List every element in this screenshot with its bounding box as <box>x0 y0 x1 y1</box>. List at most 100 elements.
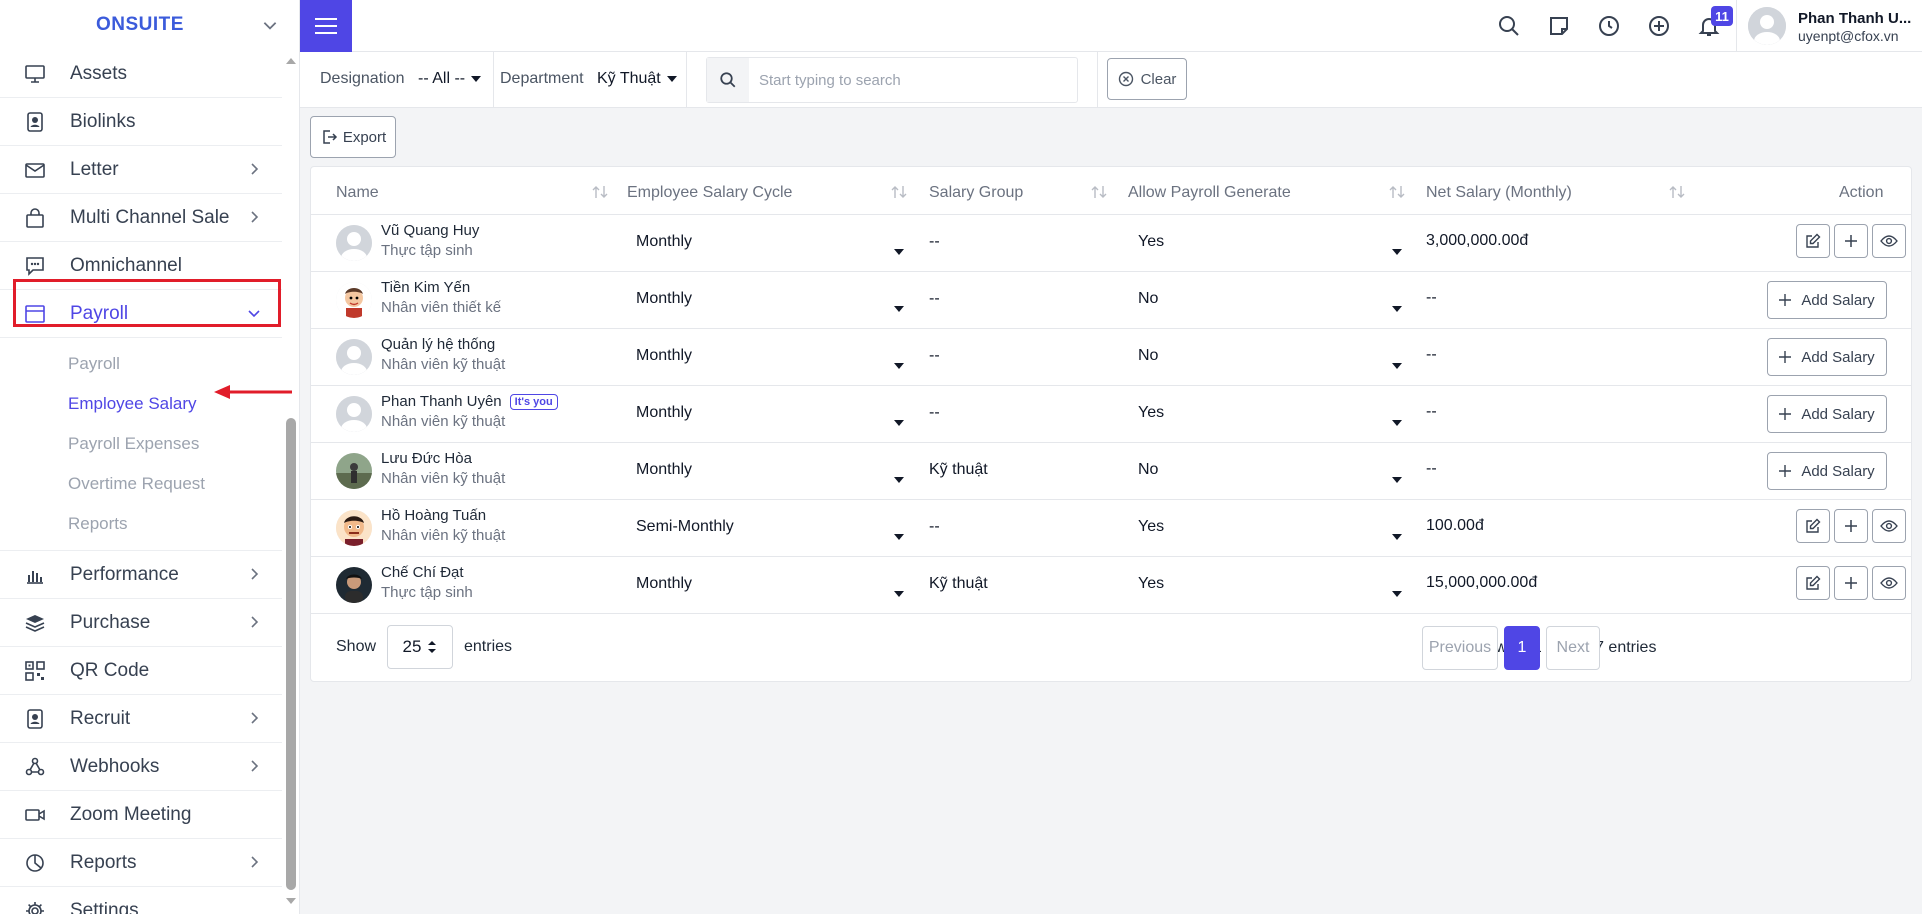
allow-payroll-select[interactable]: No <box>1138 290 1158 308</box>
search-input[interactable] <box>749 71 1069 89</box>
department-select[interactable]: Kỹ Thuật <box>597 70 677 88</box>
view-button[interactable] <box>1872 509 1906 543</box>
add-salary-button[interactable]: Add Salary <box>1767 281 1887 319</box>
scroll-up-icon[interactable] <box>284 54 298 68</box>
salary-cycle-select[interactable]: Monthly <box>636 290 692 308</box>
sort-icon[interactable] <box>1668 184 1686 200</box>
add-button[interactable] <box>1834 566 1868 600</box>
user-name[interactable]: Phan Thanh U... <box>1798 10 1911 27</box>
export-button[interactable]: Export <box>310 116 396 158</box>
caret-down-icon[interactable] <box>894 527 904 545</box>
submenu-item-payroll-expenses[interactable]: Payroll Expenses <box>0 424 282 464</box>
caret-down-icon[interactable] <box>894 356 904 374</box>
column-header-group[interactable]: Salary Group <box>929 184 1023 202</box>
view-button[interactable] <box>1872 224 1906 258</box>
sidebar-item-biolinks[interactable]: Biolinks <box>0 98 282 146</box>
clear-button[interactable]: Clear <box>1107 58 1187 100</box>
employee-name[interactable]: Vũ Quang Huy <box>381 222 479 239</box>
allow-payroll-select[interactable]: No <box>1138 347 1158 365</box>
employee-name[interactable]: Hồ Hoàng Tuấn <box>381 507 486 524</box>
add-circle-icon[interactable] <box>1647 14 1671 38</box>
clock-icon[interactable] <box>1597 14 1621 38</box>
sidebar-item-recruit[interactable]: Recruit <box>0 695 282 743</box>
scroll-thumb[interactable] <box>286 418 296 890</box>
sidebar-item-qr-code[interactable]: QR Code <box>0 647 282 695</box>
employee-role: Thực tập sinh <box>381 584 473 601</box>
next-page-button[interactable]: Next <box>1546 626 1600 670</box>
table-row: Chế Chí Đạt Thực tập sinh Monthly Kỹ thuật Y… <box>311 557 1911 614</box>
sort-icon[interactable] <box>1388 184 1406 200</box>
chevron-down-icon[interactable] <box>261 16 279 34</box>
add-button[interactable] <box>1834 224 1868 258</box>
salary-cycle-select[interactable]: Monthly <box>636 461 692 479</box>
sidebar-item-performance[interactable]: Performance <box>0 551 282 599</box>
salary-cycle-select[interactable]: Monthly <box>636 233 692 251</box>
edit-salary-button[interactable] <box>1796 566 1830 600</box>
sidebar-scrollbar[interactable] <box>284 52 298 910</box>
employee-name[interactable]: Chế Chí Đạt <box>381 564 464 581</box>
column-header-cycle[interactable]: Employee Salary Cycle <box>627 184 792 202</box>
page-size-select[interactable]: 25 <box>387 625 453 669</box>
edit-salary-button[interactable] <box>1796 509 1830 543</box>
sort-icon[interactable] <box>591 184 609 200</box>
caret-down-icon[interactable] <box>1392 527 1402 545</box>
brand-header[interactable]: ONSUITE <box>0 0 299 50</box>
sidebar-item-webhooks[interactable]: Webhooks <box>0 743 282 791</box>
column-header-allow[interactable]: Allow Payroll Generate <box>1128 184 1291 202</box>
user-avatar[interactable] <box>1748 7 1786 45</box>
employee-name[interactable]: Phan Thanh Uyên <box>381 393 502 410</box>
submenu-item-reports[interactable]: Reports <box>0 504 282 544</box>
caret-down-icon[interactable] <box>1392 584 1402 602</box>
caret-down-icon[interactable] <box>1392 413 1402 431</box>
employee-name[interactable]: Quản lý hệ thống <box>381 336 495 353</box>
salary-cycle-select[interactable]: Monthly <box>636 575 692 593</box>
sidebar-item-zoom-meeting[interactable]: Zoom Meeting <box>0 791 282 839</box>
salary-cycle-select[interactable]: Semi-Monthly <box>636 518 734 536</box>
view-button[interactable] <box>1872 566 1906 600</box>
caret-down-icon[interactable] <box>894 299 904 317</box>
menu-toggle-button[interactable] <box>300 0 352 52</box>
allow-payroll-select[interactable]: Yes <box>1138 233 1164 251</box>
allow-payroll-select[interactable]: Yes <box>1138 518 1164 536</box>
designation-select[interactable]: -- All -- <box>418 70 482 88</box>
employee-name[interactable]: Lưu Đức Hòa <box>381 450 472 467</box>
note-icon[interactable] <box>1547 14 1571 38</box>
sidebar-item-purchase[interactable]: Purchase <box>0 599 282 647</box>
add-salary-button[interactable]: Add Salary <box>1767 338 1887 376</box>
edit-salary-button[interactable] <box>1796 224 1830 258</box>
search-icon[interactable] <box>1497 14 1521 38</box>
caret-down-icon[interactable] <box>1392 242 1402 260</box>
allow-payroll-select[interactable]: Yes <box>1138 404 1164 422</box>
caret-down-icon[interactable] <box>894 584 904 602</box>
sidebar-item-reports[interactable]: Reports <box>0 839 282 887</box>
sidebar-item-multi-channel-sale[interactable]: Multi Channel Sale <box>0 194 282 242</box>
salary-cycle-select[interactable]: Monthly <box>636 404 692 422</box>
caret-down-icon[interactable] <box>1392 470 1402 488</box>
page-1-button[interactable]: 1 <box>1504 626 1540 670</box>
add-button[interactable] <box>1834 509 1868 543</box>
salary-cycle-select[interactable]: Monthly <box>636 347 692 365</box>
caret-down-icon[interactable] <box>1392 299 1402 317</box>
previous-page-button[interactable]: Previous <box>1422 626 1498 670</box>
caret-down-icon[interactable] <box>894 242 904 260</box>
add-salary-button[interactable]: Add Salary <box>1767 395 1887 433</box>
column-header-net-salary[interactable]: Net Salary (Monthly) <box>1426 184 1572 202</box>
allow-payroll-select[interactable]: Yes <box>1138 575 1164 593</box>
sidebar-item-letter[interactable]: Letter <box>0 146 282 194</box>
sort-icon[interactable] <box>890 184 908 200</box>
column-header-name[interactable]: Name <box>336 184 379 202</box>
allow-payroll-select[interactable]: No <box>1138 461 1158 479</box>
sidebar-item-settings[interactable]: Settings <box>0 887 282 914</box>
sidebar-item-payroll[interactable]: Payroll <box>0 290 282 338</box>
sidebar-item-assets[interactable]: Assets <box>0 50 282 98</box>
sort-icon[interactable] <box>1090 184 1108 200</box>
caret-down-icon[interactable] <box>1392 356 1402 374</box>
scroll-down-icon[interactable] <box>284 894 298 908</box>
sidebar-item-omnichannel[interactable]: Omnichannel <box>0 242 282 290</box>
submenu-item-payroll[interactable]: Payroll <box>0 344 282 384</box>
caret-down-icon[interactable] <box>894 470 904 488</box>
submenu-item-overtime-request[interactable]: Overtime Request <box>0 464 282 504</box>
add-salary-button[interactable]: Add Salary <box>1767 452 1887 490</box>
employee-name[interactable]: Tiền Kim Yến <box>381 279 470 296</box>
caret-down-icon[interactable] <box>894 413 904 431</box>
